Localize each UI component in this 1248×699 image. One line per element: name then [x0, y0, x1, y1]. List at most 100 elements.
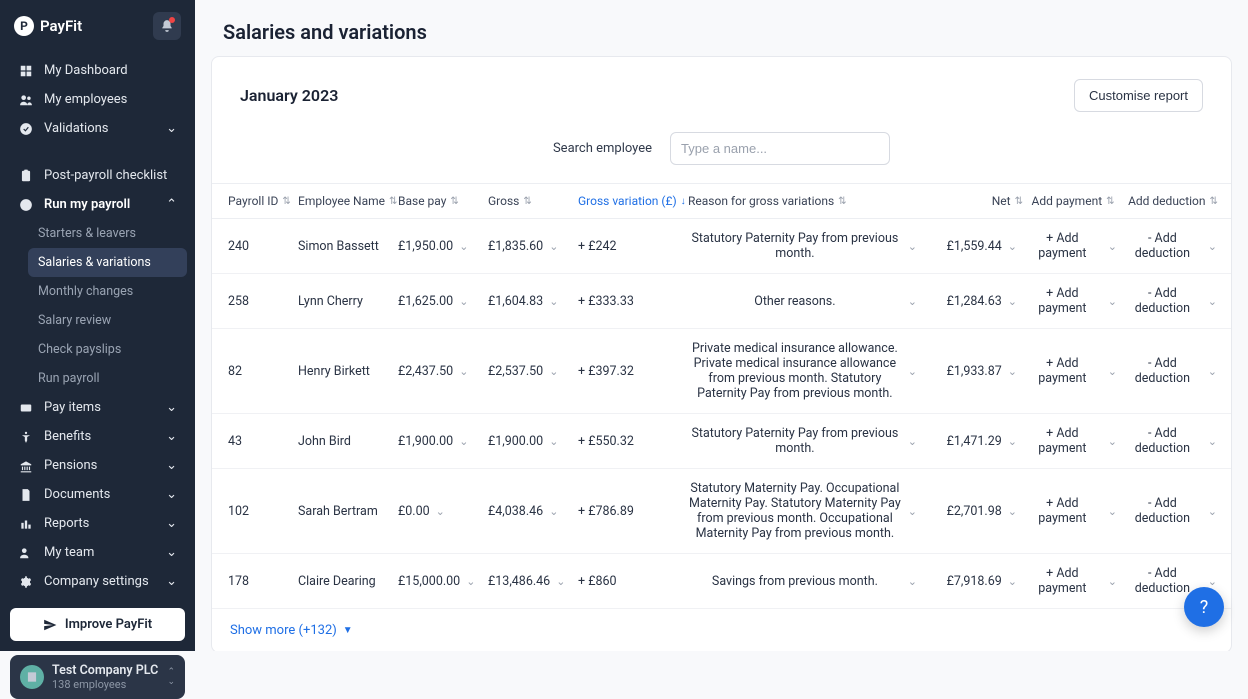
chevron-down-icon: ⌄	[1108, 365, 1117, 378]
th-add-payment[interactable]: Add payment⇅	[1023, 194, 1123, 208]
th-gross[interactable]: Gross⇅	[488, 194, 578, 208]
th-employee[interactable]: Employee Name⇅	[298, 194, 398, 208]
nav-sub-run-payroll[interactable]: Run payroll	[28, 364, 187, 393]
cell-base[interactable]: £2,437.50⌄	[398, 364, 488, 379]
cell-base[interactable]: £15,000.00⌄	[398, 574, 488, 589]
company-text: Test Company PLC 138 employees	[52, 663, 158, 691]
cell-base[interactable]: £1,900.00⌄	[398, 434, 488, 449]
cell-base[interactable]: £1,950.00⌄	[398, 239, 488, 254]
improve-button[interactable]: Improve PayFit	[10, 608, 185, 641]
add-payment-button[interactable]: + Add payment⌄	[1023, 426, 1123, 456]
chevron-down-icon: ⌄	[166, 574, 177, 589]
question-icon: ?	[1200, 597, 1209, 618]
table-row: 240Simon Bassett£1,950.00⌄£1,835.60⌄+ £2…	[212, 219, 1231, 274]
add-deduction-button[interactable]: - Add deduction⌄	[1123, 231, 1223, 261]
add-payment-button[interactable]: + Add payment⌄	[1023, 286, 1123, 316]
chevron-down-icon: ⌄	[466, 575, 475, 588]
cell-reason[interactable]: Statutory Paternity Pay from previous mo…	[688, 426, 923, 456]
cell-gross[interactable]: £13,486.46⌄	[488, 574, 578, 589]
chevron-down-icon: ⌄	[549, 240, 558, 253]
chevron-down-icon: ⌄	[556, 575, 565, 588]
page-title: Salaries and variations	[195, 0, 1248, 56]
cell-base[interactable]: £1,625.00⌄	[398, 294, 488, 309]
cell-gross[interactable]: £1,604.83⌄	[488, 294, 578, 309]
chevron-down-icon: ⌄	[1108, 240, 1117, 253]
nav-label: Documents	[44, 487, 110, 502]
th-label: Payroll ID	[228, 194, 278, 208]
nav-employees[interactable]: My employees	[8, 85, 187, 114]
th-base[interactable]: Base pay⇅	[398, 194, 488, 208]
nav-run-payroll[interactable]: Run my payroll ⌃	[8, 190, 187, 219]
nav-sub-monthly[interactable]: Monthly changes	[28, 277, 187, 306]
improve-label: Improve PayFit	[65, 617, 152, 632]
chevron-down-icon: ⌄	[1108, 575, 1117, 588]
cell-reason[interactable]: Other reasons.⌄	[688, 294, 923, 309]
add-payment-button[interactable]: + Add payment⌄	[1023, 356, 1123, 386]
cell-net[interactable]: £1,559.44⌄	[923, 239, 1023, 254]
company-switcher[interactable]: Test Company PLC 138 employees ⌃⌄	[10, 655, 185, 699]
nav-sub-label: Check payslips	[38, 342, 121, 357]
add-payment-button[interactable]: + Add payment⌄	[1023, 496, 1123, 526]
clipboard-icon	[18, 169, 34, 183]
th-variation[interactable]: Gross variation (£)↓	[578, 194, 688, 208]
nav-label: Validations	[44, 121, 109, 136]
search-input[interactable]	[670, 132, 890, 165]
nav-post-payroll[interactable]: Post-payroll checklist	[8, 161, 187, 190]
th-payroll-id[interactable]: Payroll ID⇅	[228, 194, 298, 208]
cell-gross[interactable]: £1,835.60⌄	[488, 239, 578, 254]
nav-sub-label: Salary review	[38, 313, 111, 328]
add-deduction-button[interactable]: - Add deduction⌄	[1123, 356, 1223, 386]
chevron-down-icon: ⌄	[166, 400, 177, 415]
nav-sub-salary-review[interactable]: Salary review	[28, 306, 187, 335]
add-deduction-button[interactable]: - Add deduction⌄	[1123, 426, 1223, 456]
brand[interactable]: P PayFit	[14, 16, 82, 36]
th-reason[interactable]: Reason for gross variations⇅	[688, 194, 923, 208]
cell-net[interactable]: £1,933.87⌄	[923, 364, 1023, 379]
nav-pay-items[interactable]: Pay items ⌄	[8, 393, 187, 422]
nav-company-settings[interactable]: Company settings ⌄	[8, 567, 187, 596]
cell-net[interactable]: £1,471.29⌄	[923, 434, 1023, 449]
cell-reason[interactable]: Savings from previous month.⌄	[688, 574, 923, 589]
chevron-down-icon: ⌄	[1208, 240, 1217, 253]
nav-documents[interactable]: Documents ⌄	[8, 480, 187, 509]
th-label: Add payment	[1031, 194, 1102, 208]
cell-gross[interactable]: £4,038.46⌄	[488, 504, 578, 519]
cell-reason[interactable]: Private medical insurance allowance. Pri…	[688, 341, 923, 401]
nav-benefits[interactable]: Benefits ⌄	[8, 422, 187, 451]
th-add-deduction[interactable]: Add deduction⇅	[1123, 194, 1223, 208]
nav-my-team[interactable]: My team ⌄	[8, 538, 187, 567]
nav-sub-check-payslips[interactable]: Check payslips	[28, 335, 187, 364]
add-payment-button[interactable]: + Add payment⌄	[1023, 231, 1123, 261]
cell-reason[interactable]: Statutory Paternity Pay from previous mo…	[688, 231, 923, 261]
chevron-down-icon: ⌄	[459, 435, 468, 448]
cell-net[interactable]: £7,918.69⌄	[923, 574, 1023, 589]
nav-pensions[interactable]: Pensions ⌄	[8, 451, 187, 480]
nav-dashboard[interactable]: My Dashboard	[8, 56, 187, 85]
add-deduction-button[interactable]: - Add deduction⌄	[1123, 496, 1223, 526]
add-deduction-button[interactable]: - Add deduction⌄	[1123, 286, 1223, 316]
chevron-down-icon: ⌄	[908, 435, 917, 448]
cell-base[interactable]: £0.00⌄	[398, 504, 488, 519]
add-payment-button[interactable]: + Add payment⌄	[1023, 566, 1123, 596]
table-row: 82Henry Birkett£2,437.50⌄£2,537.50⌄+ £39…	[212, 329, 1231, 414]
chevron-updown-icon: ⌃⌄	[167, 667, 175, 687]
cell-net[interactable]: £1,284.63⌄	[923, 294, 1023, 309]
sort-icon: ⇅	[1015, 196, 1023, 207]
cell-variation: + £860	[578, 574, 688, 589]
customise-report-button[interactable]: Customise report	[1074, 79, 1203, 112]
cell-gross[interactable]: £2,537.50⌄	[488, 364, 578, 379]
th-net[interactable]: Net⇅	[923, 194, 1023, 208]
chevron-down-icon: ⌄	[549, 365, 558, 378]
nav-sub-salaries[interactable]: Salaries & variations	[28, 248, 187, 277]
chevron-down-icon: ⌄	[1008, 505, 1017, 518]
cell-reason[interactable]: Statutory Maternity Pay. Occupational Ma…	[688, 481, 923, 541]
help-fab[interactable]: ?	[1184, 587, 1224, 627]
nav-sub-starters[interactable]: Starters & leavers	[28, 219, 187, 248]
cell-gross[interactable]: £1,900.00⌄	[488, 434, 578, 449]
cell-net[interactable]: £2,701.98⌄	[923, 504, 1023, 519]
notifications-button[interactable]	[153, 12, 181, 40]
nav-validations[interactable]: Validations ⌄	[8, 114, 187, 143]
nav-reports[interactable]: Reports ⌄	[8, 509, 187, 538]
sort-icon: ⇅	[1210, 196, 1218, 207]
show-more-button[interactable]: Show more (+132) ▼	[212, 609, 1231, 651]
